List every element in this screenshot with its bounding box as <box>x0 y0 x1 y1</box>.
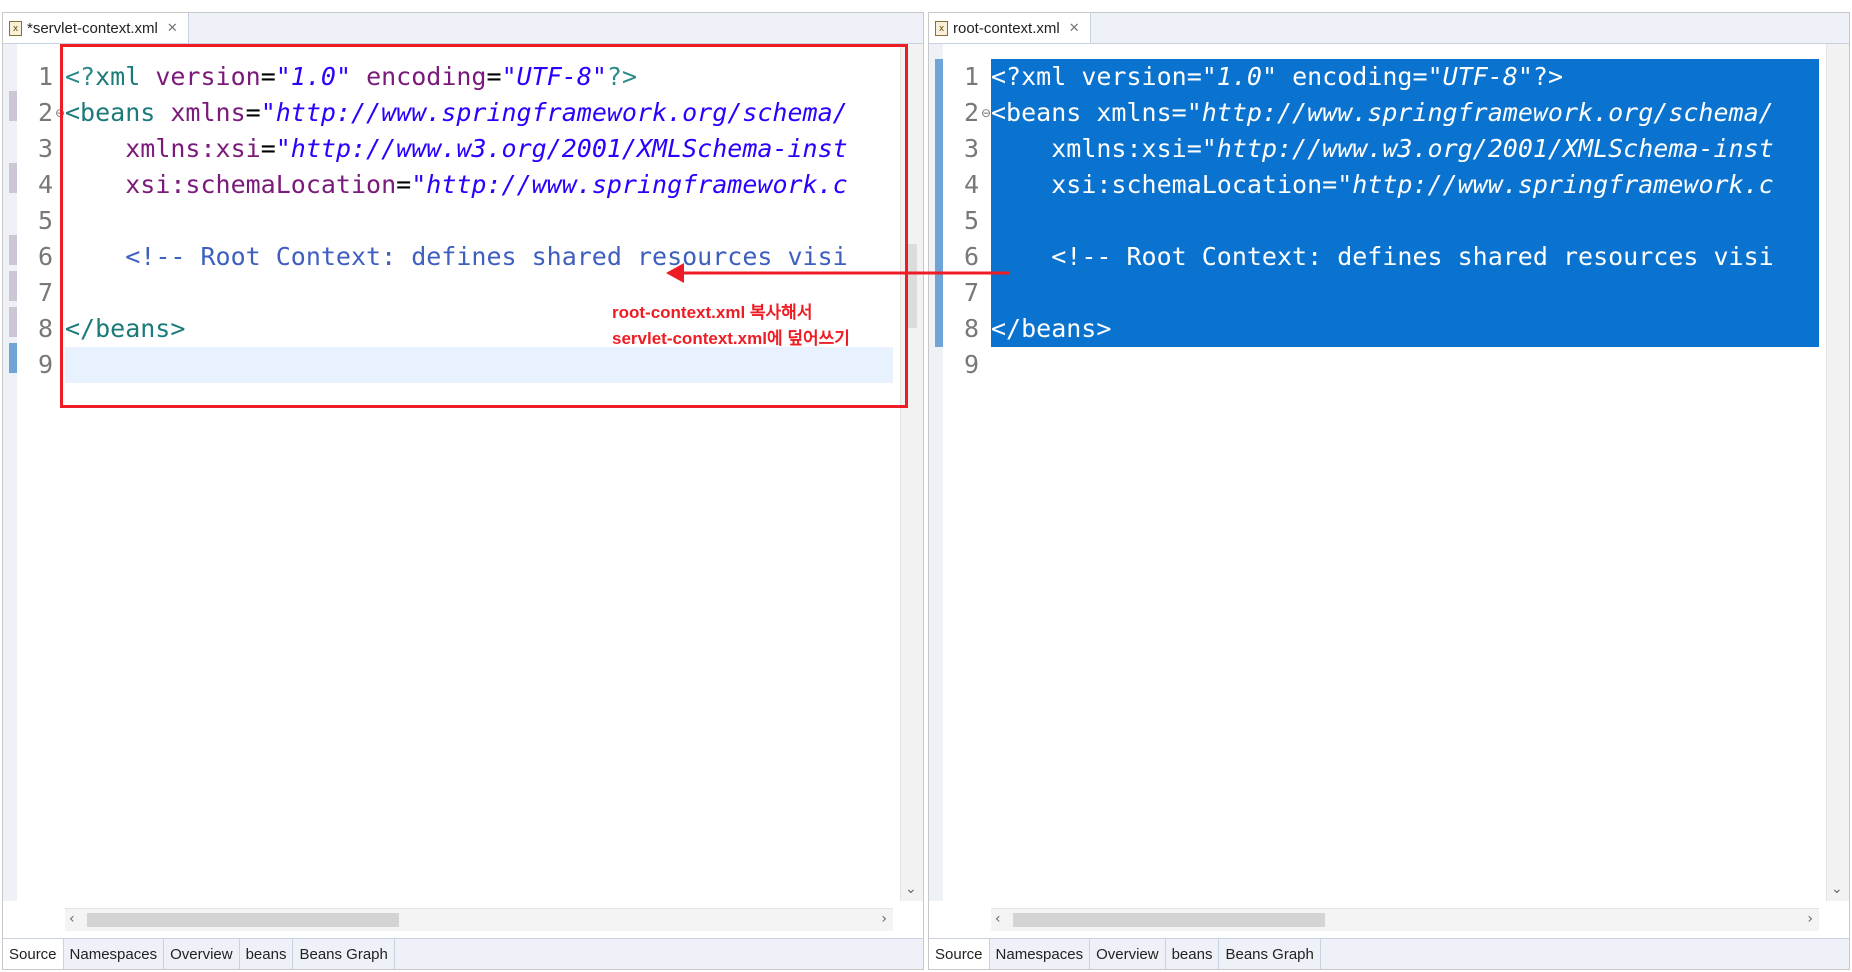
annotation-note: root-context.xml 복사해서 servlet-context.xm… <box>612 300 850 352</box>
annotation-line: servlet-context.xml에 덮어쓰기 <box>612 329 850 348</box>
copy-arrow <box>666 263 1010 283</box>
annotation-line: root-context.xml 복사해서 <box>612 303 813 322</box>
